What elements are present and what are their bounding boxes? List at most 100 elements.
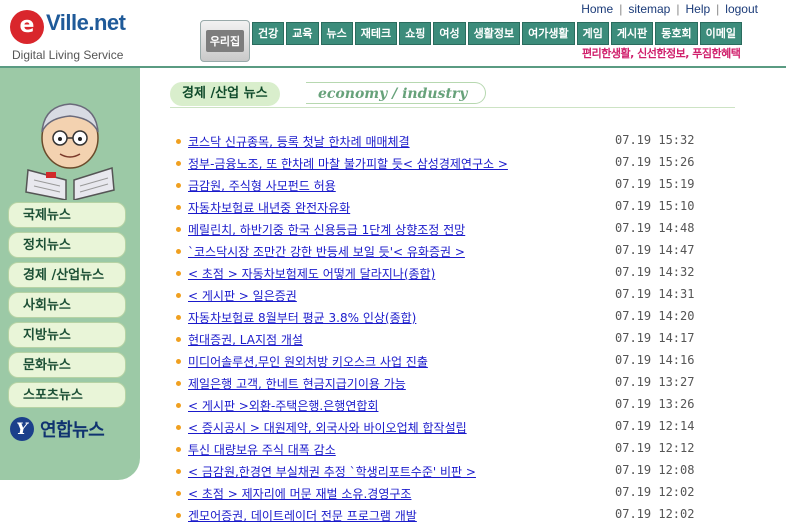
bullet-icon — [176, 403, 181, 408]
yonhap-logo-icon: Y — [10, 417, 34, 441]
bullet-icon — [176, 337, 181, 342]
news-timestamp: 07.19 12:14 — [615, 419, 695, 433]
sitemap-link[interactable]: sitemap — [628, 2, 670, 16]
news-headline-link[interactable]: 현대증권, LA지점 개설 — [188, 331, 303, 348]
sidebar-item-politics-news[interactable]: 정치뉴스 — [8, 232, 126, 258]
list-item: 정부-금융노조, 또 한차례 마찰 불가피할 듯< 삼성경제연구소 > 07.19… — [176, 153, 696, 175]
sidebar-item-society-news[interactable]: 사회뉴스 — [8, 292, 126, 318]
bullet-icon — [176, 425, 181, 430]
bullet-icon — [176, 513, 181, 518]
yonhap-logo-text: 연합뉴스 — [40, 420, 105, 441]
news-headline-link[interactable]: 자동차보험료 내년중 완전자유화 — [188, 199, 350, 216]
news-timestamp: 07.19 14:48 — [615, 221, 695, 235]
nav-club[interactable]: 동호회 — [655, 22, 698, 45]
nav-women[interactable]: 여성 — [433, 22, 466, 45]
sidebar-menu: 국제뉴스 정치뉴스 경제 /산업뉴스 사회뉴스 지방뉴스 문화뉴스 스포츠뉴스 — [8, 202, 126, 412]
logout-link[interactable]: logout — [725, 2, 758, 16]
separator: | — [676, 2, 680, 16]
newspaper-reader-mascot-icon — [25, 103, 115, 200]
sidebar-item-culture-news[interactable]: 문화뉴스 — [8, 352, 126, 378]
list-item: 자동차보험료 내년중 완전자유화 07.19 15:10 — [176, 197, 696, 219]
home-tab-button[interactable]: 우리집 — [200, 20, 250, 62]
main-nav: 건강 교육 뉴스 재테크 쇼핑 여성 생활정보 여가생활 게임 게시판 동호회 … — [252, 22, 742, 45]
list-item: 투신 대량보유 주식 대폭 감소 07.19 12:12 — [176, 439, 696, 461]
news-headline-link[interactable]: 제일은행 고객, 한네트 현금지급기이용 가능 — [188, 375, 406, 392]
logo-tagline: Digital Living Service — [12, 48, 124, 62]
list-item: `코스닥시장 조만간 강한 반등세 보일 듯'< 유화증권 > 07.19 14:… — [176, 241, 696, 263]
news-timestamp: 07.19 12:12 — [615, 441, 695, 455]
news-timestamp: 07.19 14:32 — [615, 265, 695, 279]
list-item: < 게시판 > 일은증권 07.19 14:31 — [176, 285, 696, 307]
nav-board[interactable]: 게시판 — [610, 22, 654, 45]
bullet-icon — [176, 271, 181, 276]
left-sidebar: 국제뉴스 정치뉴스 경제 /산업뉴스 사회뉴스 지방뉴스 문화뉴스 스포츠뉴스 … — [0, 68, 140, 480]
sidebar-item-world-news[interactable]: 국제뉴스 — [8, 202, 126, 228]
bullet-icon — [176, 205, 181, 210]
bullet-icon — [176, 491, 181, 496]
nav-finance[interactable]: 재테크 — [354, 22, 398, 45]
bullet-icon — [176, 359, 181, 364]
yonhap-news-logo[interactable]: Y 연합뉴스 — [10, 416, 105, 442]
list-item: 자동차보험료 8월부터 평균 3.8% 인상(종합) 07.19 14:20 — [176, 307, 696, 329]
news-headline-link[interactable]: < 금감원,한경연 부실채권 추정 `학생리포트수준' 비판 > — [188, 463, 476, 480]
news-headline-link[interactable]: `코스닥시장 조만간 강한 반등세 보일 듯'< 유화증권 > — [188, 243, 465, 260]
list-item: 코스닥 신규종목, 등록 첫날 한차례 매매체결 07.19 15:32 — [176, 131, 696, 153]
news-headline-link[interactable]: 정부-금융노조, 또 한차례 마찰 불가피할 듯< 삼성경제연구소 > — [188, 155, 508, 172]
news-headline-link[interactable]: 메릴린치, 하반기중 한국 신용등급 1단계 상향조정 전망 — [188, 221, 465, 238]
section-divider — [170, 107, 735, 108]
nav-education[interactable]: 교육 — [286, 22, 319, 45]
news-headline-link[interactable]: 투신 대량보유 주식 대폭 감소 — [188, 441, 336, 458]
sidebar-item-local-news[interactable]: 지방뉴스 — [8, 322, 126, 348]
bullet-icon — [176, 381, 181, 386]
nav-game[interactable]: 게임 — [576, 22, 609, 45]
sidebar-item-economy-news[interactable]: 경제 /산업뉴스 — [8, 262, 126, 288]
nav-news[interactable]: 뉴스 — [320, 22, 353, 45]
news-headline-link[interactable]: 자동차보험료 8월부터 평균 3.8% 인상(종합) — [188, 309, 416, 326]
news-headline-link[interactable]: < 초점 > 제자리에 머문 재벌 소유.경영구조 — [188, 485, 411, 502]
help-link[interactable]: Help — [685, 2, 710, 16]
list-item: < 게시판 >외환-주택은행.은행연합회 07.19 13:26 — [176, 395, 696, 417]
bullet-icon — [176, 447, 181, 452]
separator: | — [619, 2, 623, 16]
news-headline-link[interactable]: 미디어솔루션,무인 원외처방 키오스크 사업 진출 — [188, 353, 428, 370]
news-timestamp: 07.19 14:17 — [615, 331, 695, 345]
news-headline-link[interactable]: < 초점 > 자동차보험제도 어떻게 달라지나(종합) — [188, 265, 435, 282]
news-timestamp: 07.19 12:02 — [615, 485, 695, 499]
news-headline-link[interactable]: < 증시공시 > 대원제약, 외국사와 바이오업체 합작설립 — [188, 419, 467, 436]
section-title-english: economy / industry — [306, 82, 486, 104]
nav-email[interactable]: 이메일 — [699, 22, 742, 45]
news-timestamp: 07.19 15:19 — [615, 177, 695, 191]
sidebar-item-sports-news[interactable]: 스포츠뉴스 — [8, 382, 126, 408]
bullet-icon — [176, 183, 181, 188]
nav-leisure[interactable]: 여가생활 — [522, 22, 575, 45]
news-timestamp: 07.19 15:32 — [615, 133, 695, 147]
news-list: 코스닥 신규종목, 등록 첫날 한차례 매매체결 07.19 15:32 정부-금… — [176, 131, 696, 527]
home-link[interactable]: Home — [581, 2, 613, 16]
nav-shopping[interactable]: 쇼핑 — [399, 22, 432, 45]
list-item: 메릴린치, 하반기중 한국 신용등급 1단계 상향조정 전망 07.19 14:4… — [176, 219, 696, 241]
separator: | — [716, 2, 720, 16]
news-headline-link[interactable]: 코스닥 신규종목, 등록 첫날 한차례 매매체결 — [188, 133, 410, 150]
bullet-icon — [176, 315, 181, 320]
news-timestamp: 07.19 14:47 — [615, 243, 695, 257]
news-headline-link[interactable]: 겐모어증권, 데이트레이더 전문 프로그램 개발 — [188, 507, 417, 524]
nav-living-info[interactable]: 생활정보 — [467, 22, 521, 45]
home-tab-label: 우리집 — [205, 30, 245, 52]
top-links: Home | sitemap | Help | logout — [581, 2, 758, 16]
list-item: < 금감원,한경연 부실채권 추정 `학생리포트수준' 비판 > 07.19 12… — [176, 461, 696, 483]
news-headline-link[interactable]: < 게시판 >외환-주택은행.은행연합회 — [188, 397, 378, 414]
news-headline-link[interactable]: < 게시판 > 일은증권 — [188, 287, 297, 304]
bullet-icon — [176, 161, 181, 166]
ezville-logo[interactable]: e Ville.net Digital Living Service — [6, 8, 146, 68]
list-item: 제일은행 고객, 한네트 현금지급기이용 가능 07.19 13:27 — [176, 373, 696, 395]
list-item: 현대증권, LA지점 개설 07.19 14:17 — [176, 329, 696, 351]
news-timestamp: 07.19 14:20 — [615, 309, 695, 323]
news-timestamp: 07.19 13:26 — [615, 397, 695, 411]
list-item: 미디어솔루션,무인 원외처방 키오스크 사업 진출 07.19 14:16 — [176, 351, 696, 373]
nav-health[interactable]: 건강 — [252, 22, 285, 45]
news-headline-link[interactable]: 금감원, 주식형 사모펀드 허용 — [188, 177, 336, 194]
bullet-icon — [176, 139, 181, 144]
bullet-icon — [176, 293, 181, 298]
news-timestamp: 07.19 15:26 — [615, 155, 695, 169]
logo-e-mark: e — [10, 10, 44, 44]
